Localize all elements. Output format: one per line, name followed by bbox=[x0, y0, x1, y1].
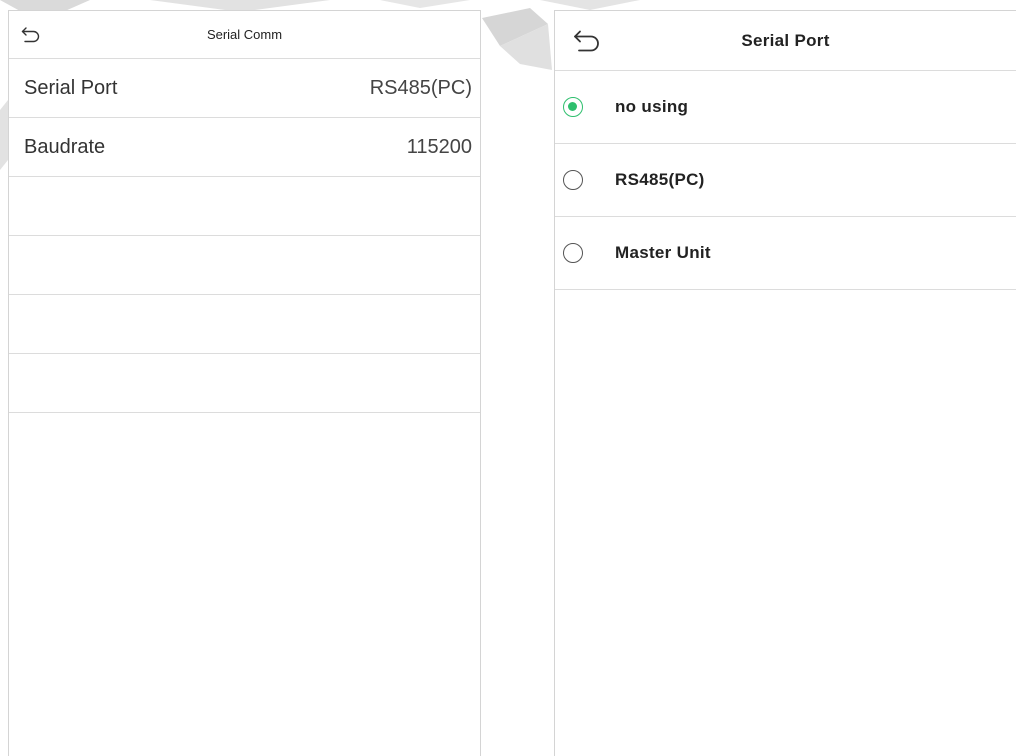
option-no-using[interactable]: no using bbox=[555, 71, 1016, 144]
serial-port-value: RS485(PC) bbox=[369, 77, 472, 99]
empty-row bbox=[9, 236, 480, 295]
option-label: RS485(PC) bbox=[615, 170, 705, 189]
baudrate-label: Baudrate bbox=[24, 136, 106, 158]
empty-row bbox=[9, 354, 480, 413]
radio-selected-icon[interactable] bbox=[563, 97, 583, 117]
page-title: Serial Port bbox=[741, 31, 830, 50]
serial-port-screen: Serial Port no using RS485(PC) Master Un… bbox=[554, 10, 1016, 756]
radio-unselected-icon[interactable] bbox=[563, 170, 583, 190]
radio-unselected-icon[interactable] bbox=[563, 243, 583, 263]
option-label: no using bbox=[615, 97, 689, 116]
serial-port-label: Serial Port bbox=[24, 77, 118, 99]
empty-row bbox=[9, 295, 480, 354]
page-title: Serial Comm bbox=[206, 27, 283, 42]
baudrate-row[interactable]: Baudrate 115200 bbox=[9, 118, 480, 177]
baudrate-value: 115200 bbox=[406, 136, 472, 158]
option-rs485-pc[interactable]: RS485(PC) bbox=[555, 144, 1016, 217]
option-master-unit[interactable]: Master Unit bbox=[555, 217, 1016, 290]
option-label: Master Unit bbox=[615, 243, 711, 262]
serial-comm-screen: Serial Comm Serial Port RS485(PC) Baudra… bbox=[8, 10, 481, 756]
empty-row bbox=[9, 177, 480, 236]
serial-port-row[interactable]: Serial Port RS485(PC) bbox=[9, 59, 480, 118]
serial-port-header: Serial Port bbox=[555, 11, 1016, 71]
serial-comm-header: Serial Comm bbox=[9, 11, 480, 59]
